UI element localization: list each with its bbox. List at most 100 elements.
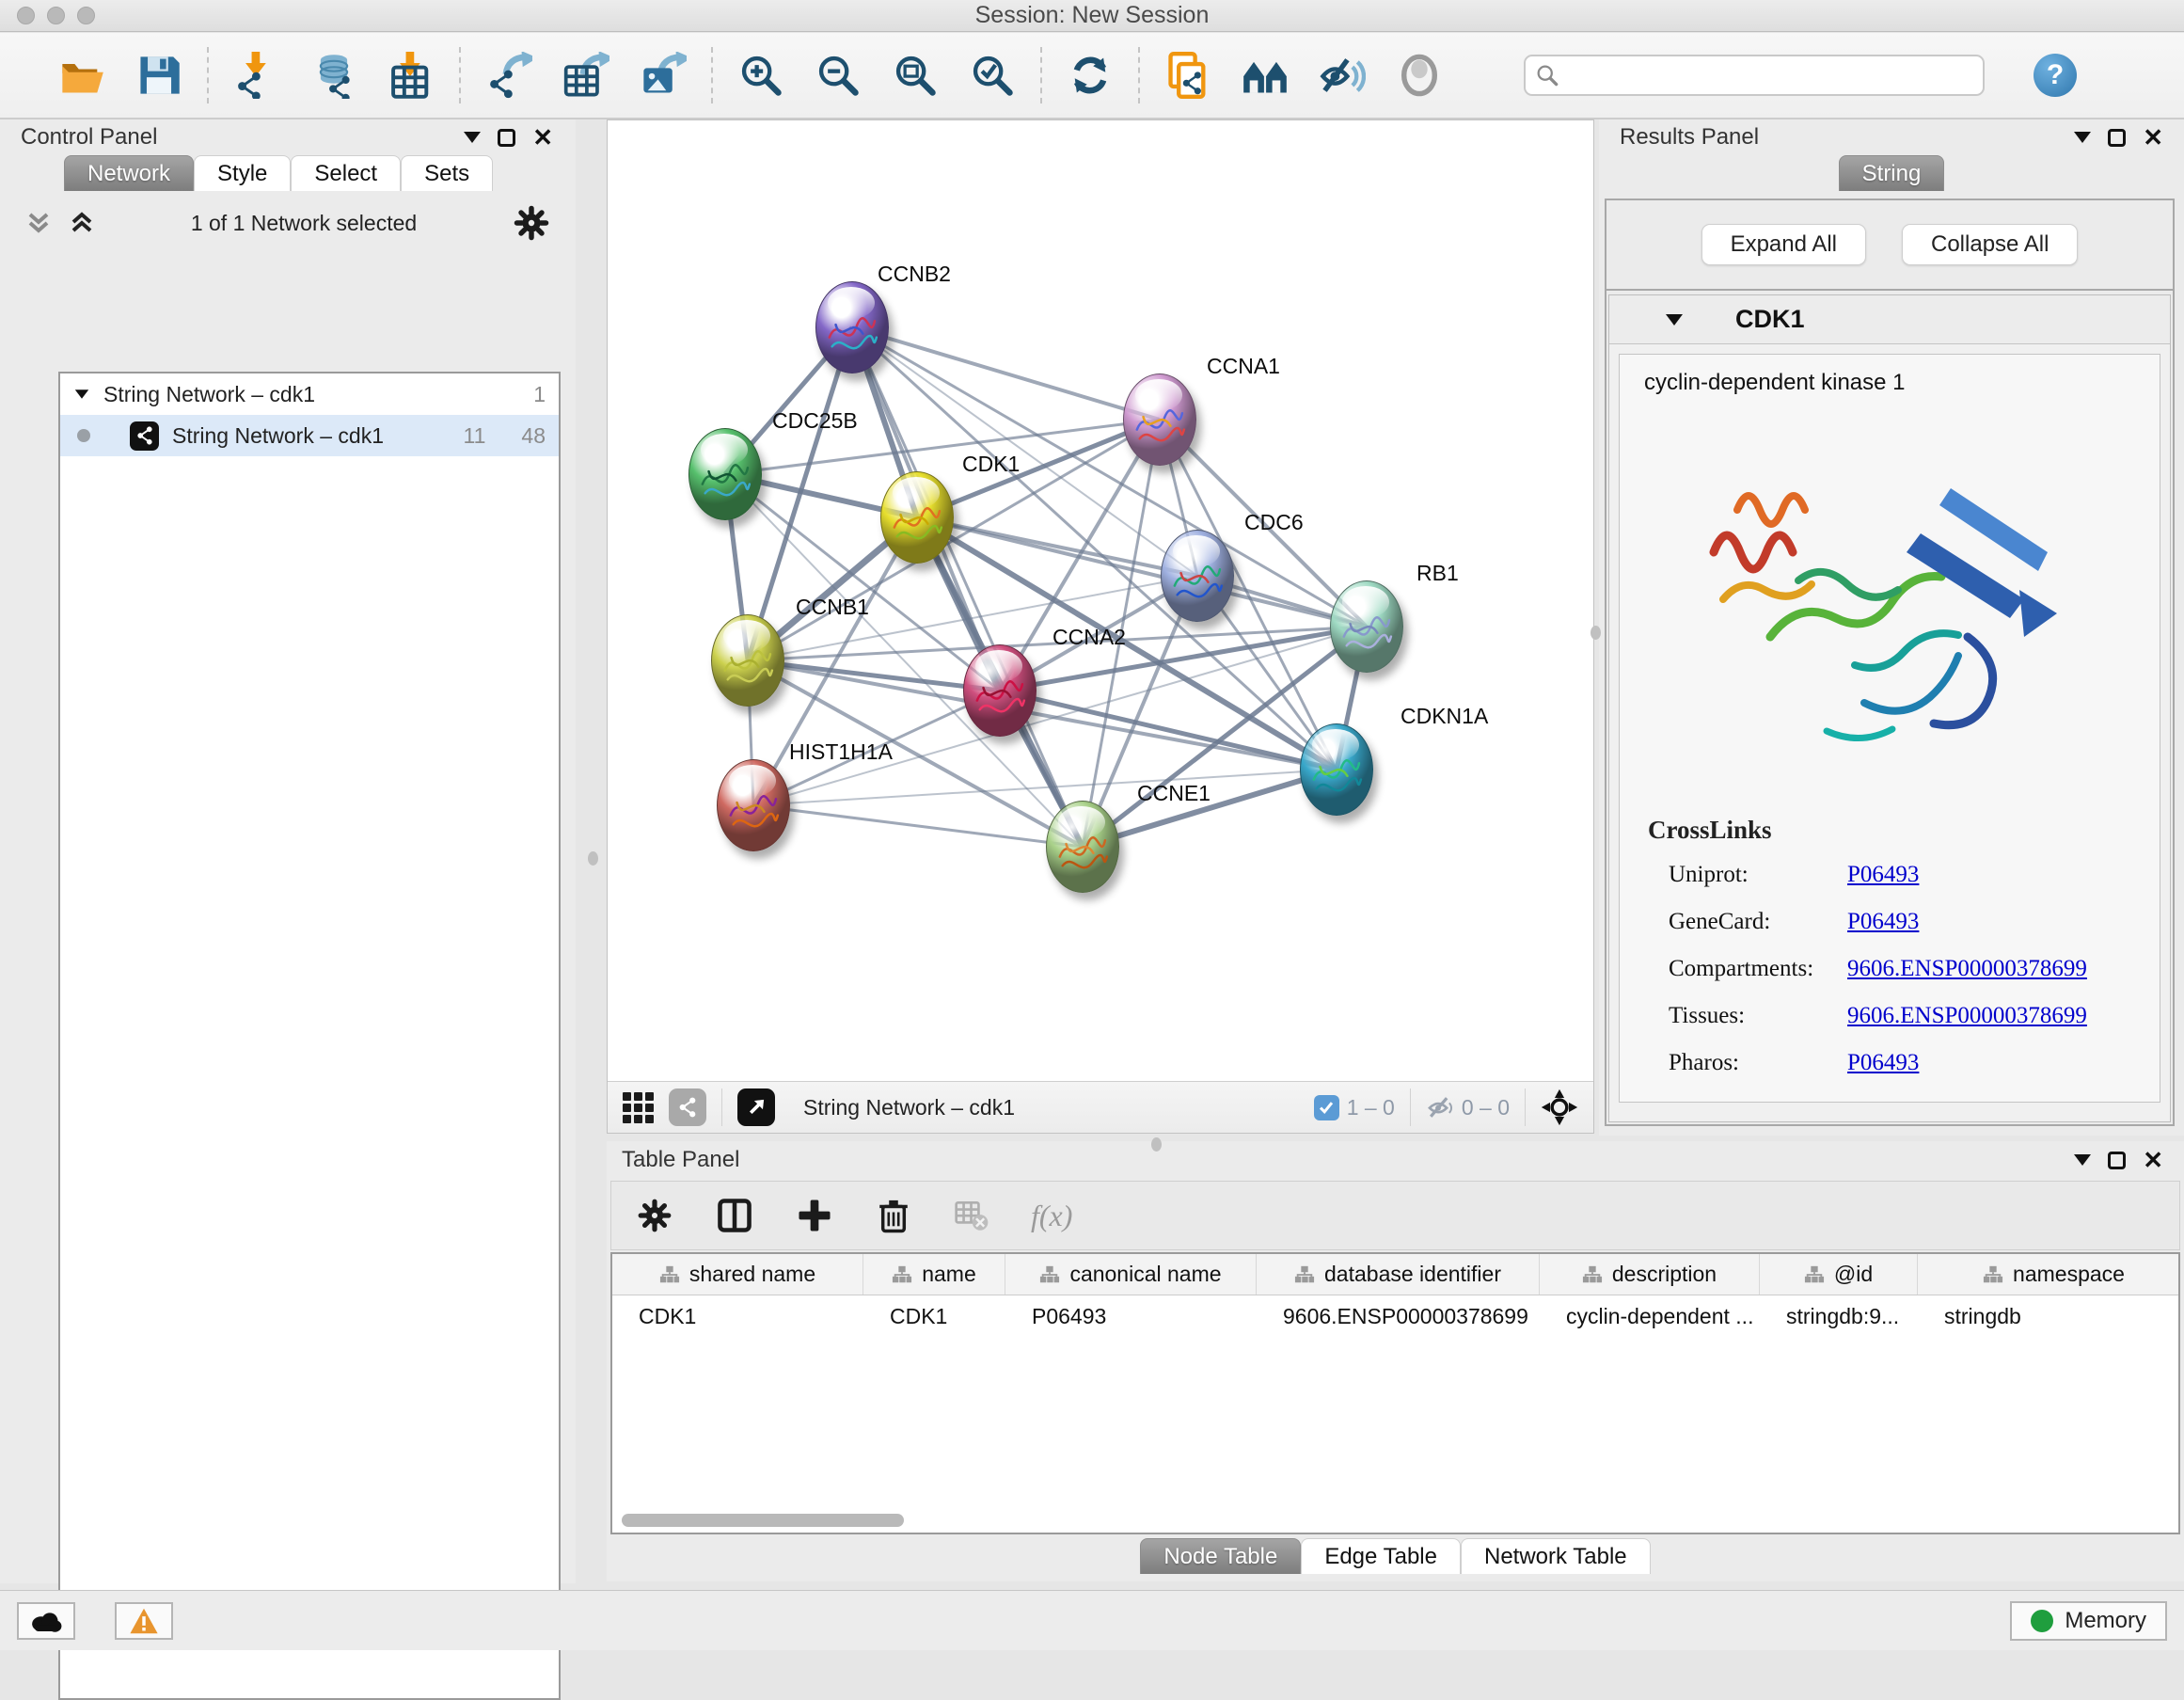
import-network-from-database-icon[interactable]: [310, 52, 357, 99]
tab-sets[interactable]: Sets: [401, 155, 493, 191]
birds-eye-view-icon[interactable]: [1541, 1088, 1578, 1126]
detach-view-icon[interactable]: [737, 1088, 775, 1126]
new-network-from-selection-icon[interactable]: [1164, 52, 1211, 99]
cell-namespace[interactable]: stringdb: [1918, 1295, 2180, 1337]
collapse-all-icon[interactable]: [24, 209, 53, 237]
zoom-selected-icon[interactable]: [969, 52, 1016, 99]
results-float-icon[interactable]: [2108, 129, 2126, 147]
crosslink-link[interactable]: 9606.ENSP00000378699: [1847, 1003, 2087, 1029]
node-CCNB2[interactable]: [815, 281, 889, 373]
table-float-icon[interactable]: [2108, 1152, 2126, 1169]
show-columns-icon[interactable]: [715, 1196, 754, 1235]
tab-network[interactable]: Network: [64, 155, 194, 191]
table-close-icon[interactable]: ✕: [2143, 1151, 2163, 1169]
zoom-out-icon[interactable]: [815, 52, 862, 99]
search-input[interactable]: [1567, 63, 1962, 87]
cloud-status-button[interactable]: [17, 1602, 75, 1640]
node-CDC6[interactable]: [1161, 530, 1234, 622]
node-CCNE1[interactable]: [1046, 801, 1119, 893]
table-horizontal-scrollbar[interactable]: [622, 1514, 904, 1527]
collapse-all-button[interactable]: Collapse All: [1902, 224, 2078, 265]
add-column-icon[interactable]: [796, 1197, 833, 1234]
edge-CCNB2-CCNE1[interactable]: [852, 327, 1083, 847]
import-table-icon[interactable]: [388, 52, 435, 99]
network-collection-row[interactable]: String Network – cdk1 1: [60, 373, 559, 415]
save-session-icon[interactable]: [135, 52, 182, 99]
crosslink-link[interactable]: P06493: [1847, 862, 1919, 888]
panel-float-icon[interactable]: [498, 129, 515, 147]
tab-style[interactable]: Style: [194, 155, 291, 191]
zoom-fit-icon[interactable]: [892, 52, 939, 99]
column-header-canonical-name[interactable]: canonical name: [1005, 1254, 1257, 1295]
show-grid-icon[interactable]: [623, 1092, 654, 1123]
node-CDC25B[interactable]: [688, 428, 762, 520]
zoom-in-icon[interactable]: [737, 52, 784, 99]
collection-expand-icon[interactable]: [75, 389, 88, 399]
table-menu-icon[interactable]: [2074, 1154, 2091, 1166]
column-header--id[interactable]: @id: [1760, 1254, 1918, 1295]
search-box[interactable]: [1524, 55, 1985, 96]
cell-name[interactable]: CDK1: [863, 1295, 1005, 1337]
cell-shared-name[interactable]: CDK1: [612, 1295, 863, 1337]
gene-expand-icon[interactable]: [1666, 314, 1683, 326]
tab-network-table[interactable]: Network Table: [1461, 1538, 1651, 1574]
refresh-layout-icon[interactable]: [1067, 52, 1114, 99]
crosslink-link[interactable]: 9606.ENSP00000378699: [1847, 956, 2087, 982]
column-header-description[interactable]: description: [1540, 1254, 1760, 1295]
table-options-gear-icon[interactable]: [636, 1197, 673, 1234]
cell-description[interactable]: cyclin-dependent ...: [1540, 1295, 1760, 1337]
left-splitter-handle[interactable]: [588, 851, 598, 866]
export-table-icon[interactable]: [562, 52, 609, 99]
panel-close-icon[interactable]: ✕: [532, 128, 553, 147]
edge-CCNB2-CCNA1[interactable]: [852, 327, 1160, 420]
column-header-name[interactable]: name: [863, 1254, 1005, 1295]
warnings-button[interactable]: [115, 1602, 173, 1640]
memory-button[interactable]: Memory: [2010, 1601, 2167, 1641]
network-canvas[interactable]: CCNB2CCNA1CDC25BCDK1CDC6RB1CCNB1CCNA2CDK…: [608, 120, 1593, 1081]
node-CCNA2[interactable]: [963, 644, 1037, 737]
node-CCNA1[interactable]: [1123, 373, 1196, 466]
node-CDK1[interactable]: [880, 471, 954, 564]
selected-checkbox-icon[interactable]: [1314, 1095, 1339, 1120]
show-all-icon[interactable]: [1396, 52, 1443, 99]
import-network-icon[interactable]: [233, 52, 280, 99]
node-RB1[interactable]: [1330, 580, 1403, 673]
network-row[interactable]: String Network – cdk1 11 48: [60, 415, 559, 456]
node-HIST1H1A[interactable]: [717, 759, 790, 851]
open-session-icon[interactable]: [58, 52, 105, 99]
edge-CCNE1-HIST1H1A[interactable]: [753, 805, 1083, 847]
help-icon[interactable]: ?: [2034, 54, 2077, 97]
column-header-shared-name[interactable]: shared name: [612, 1254, 863, 1295]
right-splitter-handle[interactable]: [1591, 626, 1601, 640]
cell--id[interactable]: stringdb:9...: [1760, 1295, 1918, 1337]
node-CCNB1[interactable]: [711, 614, 784, 707]
crosslink-link[interactable]: P06493: [1847, 909, 1919, 935]
column-header-database-identifier[interactable]: database identifier: [1257, 1254, 1540, 1295]
cell-canonical-name[interactable]: P06493: [1005, 1295, 1257, 1337]
tab-select[interactable]: Select: [291, 155, 401, 191]
results-menu-icon[interactable]: [2074, 132, 2091, 143]
expand-all-icon[interactable]: [68, 209, 96, 237]
edge-CCNB1-CCNA2[interactable]: [748, 660, 1000, 691]
edge-CCNA2-CDKN1A[interactable]: [1000, 691, 1337, 770]
network-share-icon[interactable]: [669, 1088, 706, 1126]
column-header-namespace[interactable]: namespace: [1918, 1254, 2180, 1295]
results-close-icon[interactable]: ✕: [2143, 128, 2163, 147]
export-image-icon[interactable]: [640, 52, 687, 99]
expand-all-button[interactable]: Expand All: [1701, 224, 1866, 265]
crosslink-link[interactable]: P06493: [1847, 1050, 1919, 1076]
gene-section-header[interactable]: CDK1: [1609, 295, 2170, 344]
table-row[interactable]: CDK1CDK1P064939606.ENSP00000378699cyclin…: [612, 1295, 2178, 1337]
network-options-gear-icon[interactable]: [512, 203, 551, 243]
node-CDKN1A[interactable]: [1300, 723, 1373, 816]
tab-edge-table[interactable]: Edge Table: [1301, 1538, 1461, 1574]
tab-string[interactable]: String: [1839, 155, 1945, 191]
panel-menu-icon[interactable]: [464, 132, 481, 143]
export-network-icon[interactable]: [485, 52, 532, 99]
first-neighbors-icon[interactable]: [1242, 52, 1289, 99]
cell-database-identifier[interactable]: 9606.ENSP00000378699: [1257, 1295, 1540, 1337]
hide-selected-icon[interactable]: [1319, 52, 1366, 99]
bottom-splitter-handle[interactable]: [1151, 1137, 1162, 1152]
tab-node-table[interactable]: Node Table: [1140, 1538, 1301, 1574]
delete-column-icon[interactable]: [875, 1197, 912, 1234]
